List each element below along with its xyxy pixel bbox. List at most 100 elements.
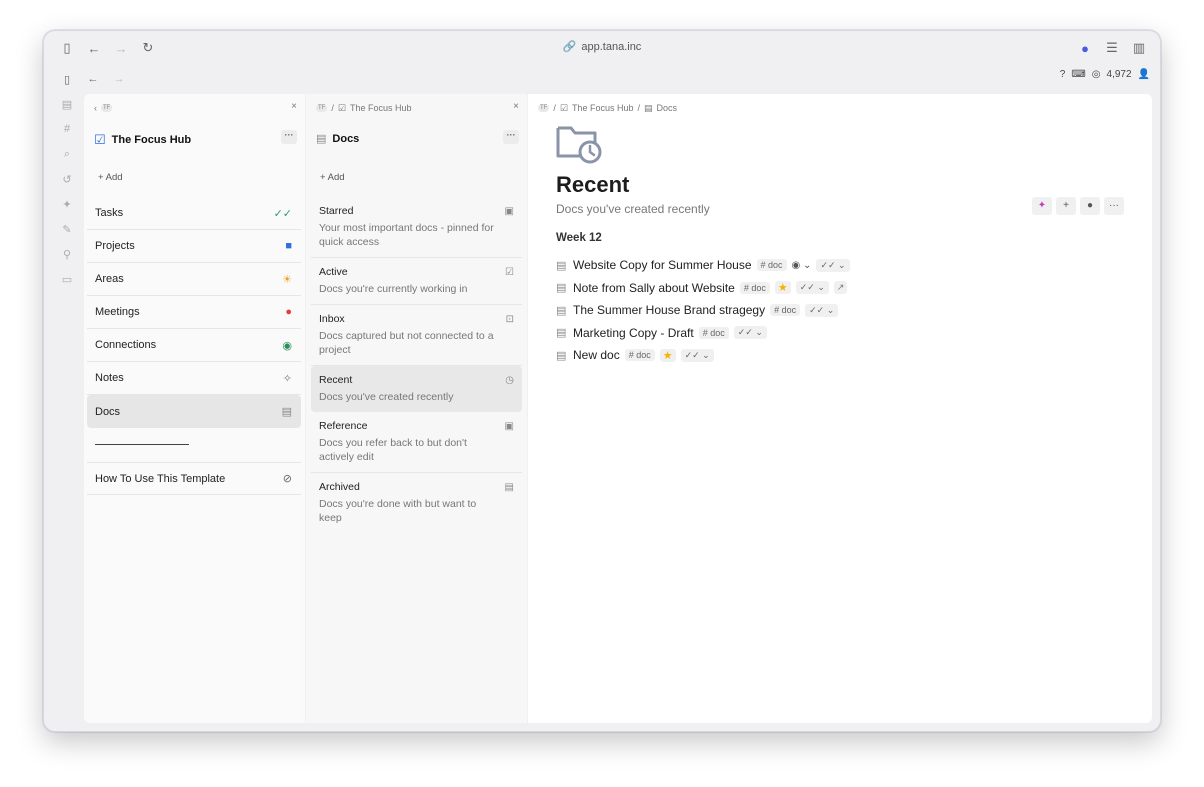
category-starred[interactable]: Starred Your most important docs - pinne…: [311, 197, 522, 258]
edit-icon[interactable]: ✎: [58, 220, 76, 238]
doc-row[interactable]: ▤ The Summer House Brand stragegy # doc …: [556, 299, 850, 322]
address-bar[interactable]: 🔗 app.tana.inc: [44, 40, 1160, 53]
doc-title[interactable]: The Summer House Brand stragegy: [573, 303, 765, 317]
status-dropdown[interactable]: ✓✓ ⌄: [805, 303, 839, 317]
star-icon[interactable]: ★: [659, 348, 676, 362]
ai-sparkle-icon[interactable]: ✦: [58, 195, 76, 213]
link-icon: 🔗: [562, 41, 577, 53]
keyboard-icon[interactable]: ⌨: [1071, 69, 1085, 80]
doc-title[interactable]: Website Copy for Summer House: [573, 258, 752, 272]
journal-icon[interactable]: ▤: [58, 95, 76, 113]
close-icon[interactable]: ×: [513, 101, 519, 112]
status-dropdown[interactable]: ✓✓ ⌄: [733, 326, 767, 340]
workspace-badge: TF: [101, 104, 113, 112]
breadcrumb-docs[interactable]: Docs: [657, 103, 678, 113]
doc-row[interactable]: ▤ Note from Sally about Website # doc ★ …: [556, 277, 850, 300]
nav-item-connections[interactable]: Connections ◉: [87, 329, 301, 362]
nav-item-notes[interactable]: Notes ✧: [87, 362, 301, 395]
nav-label: Tasks: [95, 207, 124, 219]
doc-tag[interactable]: # doc: [624, 349, 655, 362]
star-folder-icon: ▣: [504, 206, 514, 217]
doc-tag[interactable]: # doc: [756, 259, 787, 272]
tag-icon[interactable]: #: [58, 120, 76, 138]
nav-label: Connections: [95, 339, 157, 351]
history-icon[interactable]: ↺: [58, 170, 76, 188]
category-active[interactable]: Active Docs you're currently working in …: [311, 258, 522, 305]
doc-tag[interactable]: # doc: [770, 304, 801, 317]
archive-folder-icon: ▤: [504, 482, 514, 493]
pin-icon[interactable]: ⚲: [58, 245, 76, 263]
nav-label: How To Use This Template: [95, 472, 226, 485]
user-icon[interactable]: 👤: [1138, 69, 1150, 80]
status-dropdown[interactable]: ✓✓ ⌄: [795, 281, 829, 295]
category-recent[interactable]: Recent Docs you've created recently ◷: [311, 366, 522, 412]
more-button[interactable]: ···: [503, 130, 519, 144]
double-check-icon: ✓✓: [273, 207, 292, 220]
add-label: Add: [327, 172, 345, 183]
doc-row[interactable]: ▤ New doc # doc ★ ✓✓ ⌄: [556, 344, 850, 367]
nav-item-meetings[interactable]: Meetings ●: [87, 296, 301, 329]
close-icon[interactable]: ×: [291, 101, 297, 112]
category-desc: Docs you've created recently: [319, 391, 454, 403]
status-dropdown[interactable]: ✓✓ ⌄: [816, 258, 850, 272]
more-button[interactable]: ···: [281, 130, 297, 144]
doc-tag[interactable]: # doc: [739, 281, 770, 294]
category-title: Inbox: [319, 313, 345, 325]
category-archived[interactable]: Archived Docs you're done with but want …: [311, 473, 522, 533]
page-title-text: Docs: [332, 132, 360, 145]
collapse-icon[interactable]: ‹: [94, 103, 97, 113]
nav-item-how-to[interactable]: How To Use This Template ⊘: [87, 462, 301, 495]
doc-tag[interactable]: # doc: [698, 326, 729, 339]
doc-icon: ▤: [556, 349, 567, 362]
help-icon[interactable]: ?: [1060, 69, 1066, 80]
external-link-icon[interactable]: ↗: [833, 281, 848, 295]
add-button[interactable]: + Add: [320, 172, 345, 183]
category-reference[interactable]: Reference Docs you refer back to but don…: [311, 412, 522, 473]
category-desc: Docs you're currently working in: [319, 283, 468, 295]
browser-toolbar: ▯ ← → ↻ 🔗 app.tana.inc ● ☰ ▥: [44, 31, 1160, 65]
star-icon[interactable]: ★: [774, 281, 791, 295]
doc-icon: ▤: [556, 259, 567, 272]
app-forward-icon[interactable]: →: [108, 68, 130, 90]
extension-icon[interactable]: ●: [1074, 37, 1096, 59]
app-sidebar-icon[interactable]: ▯: [56, 68, 78, 90]
split-view-icon[interactable]: ▥: [1128, 37, 1150, 59]
add-button[interactable]: + Add: [98, 172, 123, 183]
nav-item-projects[interactable]: Projects ■: [87, 230, 301, 263]
record-button[interactable]: ●: [1080, 197, 1100, 215]
doc-title[interactable]: Note from Sally about Website: [573, 281, 735, 295]
category-title: Active: [319, 266, 348, 278]
app-back-icon[interactable]: ←: [82, 68, 104, 90]
ai-sparkle-button[interactable]: ✦: [1032, 197, 1052, 215]
doc-title[interactable]: Marketing Copy - Draft: [573, 326, 694, 340]
doc-icon: ▤: [556, 327, 567, 340]
nav-label: Areas: [95, 273, 124, 285]
nav-item-docs[interactable]: Docs ▤: [87, 395, 301, 428]
globe-icon[interactable]: ◉ ⌄: [792, 260, 812, 271]
inbox-icon[interactable]: ▭: [58, 270, 76, 288]
add-field-button[interactable]: +: [1056, 197, 1076, 215]
reference-folder-icon: ▣: [504, 421, 514, 432]
category-desc: Docs you refer back to but don't activel…: [319, 437, 467, 463]
more-options-button[interactable]: ···: [1104, 197, 1124, 215]
status-dropdown[interactable]: ✓✓ ⌄: [680, 348, 714, 362]
breadcrumb-focus-hub[interactable]: The Focus Hub: [572, 103, 634, 113]
url-text: app.tana.inc: [581, 41, 642, 53]
page-title: Recent: [556, 172, 630, 197]
checkbox-icon: ☑: [559, 102, 568, 113]
breadcrumb-focus-hub[interactable]: The Focus Hub: [350, 103, 412, 113]
doc-title[interactable]: New doc: [573, 348, 620, 362]
search-icon[interactable]: ⌕: [58, 145, 76, 163]
nav-item-areas[interactable]: Areas ☀: [87, 263, 301, 296]
breadcrumb-separator: /: [331, 103, 334, 113]
nav-item-tasks[interactable]: Tasks ✓✓: [87, 197, 301, 230]
category-inbox[interactable]: Inbox Docs captured but not connected to…: [311, 305, 522, 366]
doc-row[interactable]: ▤ Marketing Copy - Draft # doc ✓✓ ⌄: [556, 322, 850, 345]
page-title: ☑ The Focus Hub ···: [94, 130, 297, 148]
panel-header: ‹ TF ×: [94, 101, 297, 114]
app-toolbar: ▯ ← → ? ⌨ ◎ 4,972 👤: [44, 65, 1160, 93]
doc-row[interactable]: ▤ Website Copy for Summer House # doc ◉ …: [556, 254, 850, 277]
reader-icon[interactable]: ☰: [1101, 37, 1123, 59]
folder-icon: ■: [285, 240, 292, 252]
browser-window: ▯ ← → ↻ 🔗 app.tana.inc ● ☰ ▥ ▯ ← → ? ⌨ ◎ …: [43, 30, 1161, 732]
